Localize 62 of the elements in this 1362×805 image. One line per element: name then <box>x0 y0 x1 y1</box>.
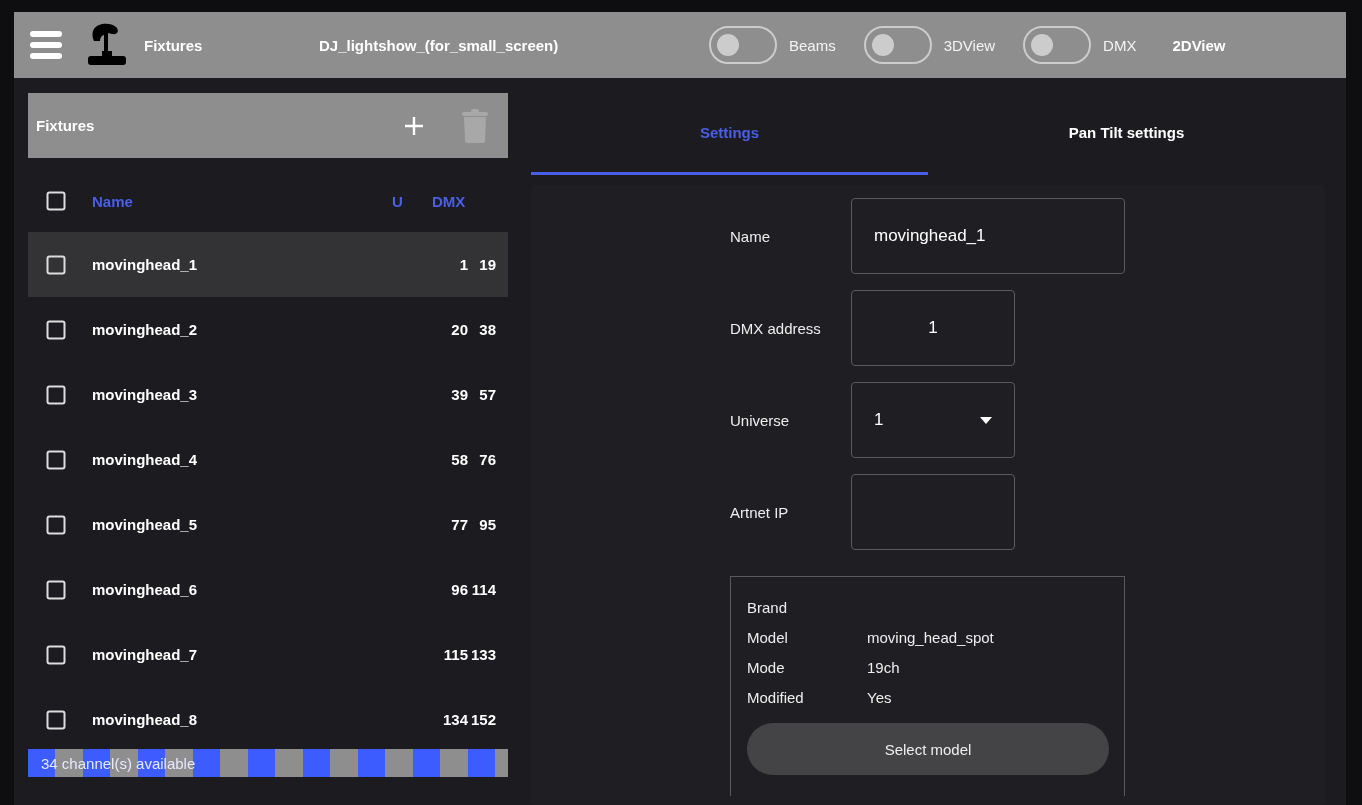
info-value: moving_head_spot <box>867 628 995 648</box>
fixture-name: movinghead_8 <box>92 711 199 728</box>
fixture-name: movinghead_1 <box>92 256 199 273</box>
dmx-start: 20 <box>450 321 468 338</box>
dmx-start: 77 <box>450 516 468 533</box>
info-label: Brand <box>747 598 789 618</box>
fixture-row[interactable]: movinghead_7 115 133 <box>28 622 508 687</box>
toggle-switch[interactable] <box>1023 26 1092 64</box>
fixture-name: movinghead_4 <box>92 451 199 468</box>
fixture-row[interactable]: movinghead_3 39 57 <box>28 362 508 427</box>
info-value: Yes <box>867 688 893 708</box>
dmx-start: 39 <box>450 386 468 403</box>
dmx-end: 38 <box>478 321 497 338</box>
fixture-name: movinghead_2 <box>92 321 199 338</box>
dmx-start: 96 <box>450 581 468 598</box>
fixture-row[interactable]: movinghead_5 77 95 <box>28 492 508 557</box>
fixture-row[interactable]: movinghead_6 96 114 <box>28 557 508 622</box>
info-label: Model <box>747 628 789 648</box>
fixture-name: movinghead_5 <box>92 516 199 533</box>
dmx-start: 1 <box>458 256 468 273</box>
project-name: DJ_lightshow_(for_small_screen) <box>319 36 560 54</box>
select-model-button[interactable]: Select model <box>747 723 1109 775</box>
dmx-start: 58 <box>450 451 468 468</box>
tab[interactable]: Pan Tilt settings <box>928 93 1325 175</box>
universe-dropdown[interactable]: 1 <box>851 382 1015 458</box>
fixture-name: movinghead_7 <box>92 646 199 663</box>
fixture-row[interactable]: movinghead_1 1 19 <box>28 232 508 297</box>
input-field[interactable]: movinghead_1 <box>851 198 1125 274</box>
dmx-start: 134 <box>441 711 468 728</box>
field-label: DMX address <box>730 319 822 337</box>
section-title: Fixtures <box>144 36 204 54</box>
caret-icon <box>980 416 992 424</box>
add-icon[interactable] <box>404 115 424 136</box>
dmx-end: 76 <box>478 451 497 468</box>
info-value: 19ch <box>867 658 901 678</box>
input-field[interactable] <box>851 474 1015 550</box>
dmx-end: 152 <box>469 711 497 728</box>
dropdown-value: 1 <box>874 410 884 430</box>
info-label: Modified <box>747 688 805 708</box>
input-field[interactable]: 1 <box>851 290 1015 366</box>
dmx-end: 133 <box>469 646 497 663</box>
fixture-row[interactable]: movinghead_2 20 38 <box>28 297 508 362</box>
fixture-row[interactable]: movinghead_8 134 152 <box>28 687 508 752</box>
info-label: Mode <box>747 658 786 678</box>
dmx-end: 114 <box>470 581 497 598</box>
field-label: Name <box>730 227 771 245</box>
dmx-end: 57 <box>478 386 497 403</box>
toggle-switch[interactable] <box>863 26 932 64</box>
panel-title: Fixtures <box>36 117 96 134</box>
dmx-end: 19 <box>478 256 497 273</box>
dmx-start: 115 <box>442 646 468 663</box>
field-label: Artnet IP <box>730 503 790 521</box>
toggle-label: DMX <box>1103 36 1137 54</box>
field-label: Universe <box>730 411 791 429</box>
toggle-switch[interactable] <box>709 26 777 64</box>
dmx-end: 95 <box>478 516 497 533</box>
fixture-name: movinghead_6 <box>92 581 199 598</box>
fixture-row[interactable]: movinghead_4 58 76 <box>28 427 508 492</box>
toggle-label: Beams <box>789 36 836 54</box>
fixture-name: movinghead_3 <box>92 386 199 403</box>
menu-icon[interactable] <box>30 31 62 59</box>
toggle-label: 3DView <box>943 36 996 54</box>
